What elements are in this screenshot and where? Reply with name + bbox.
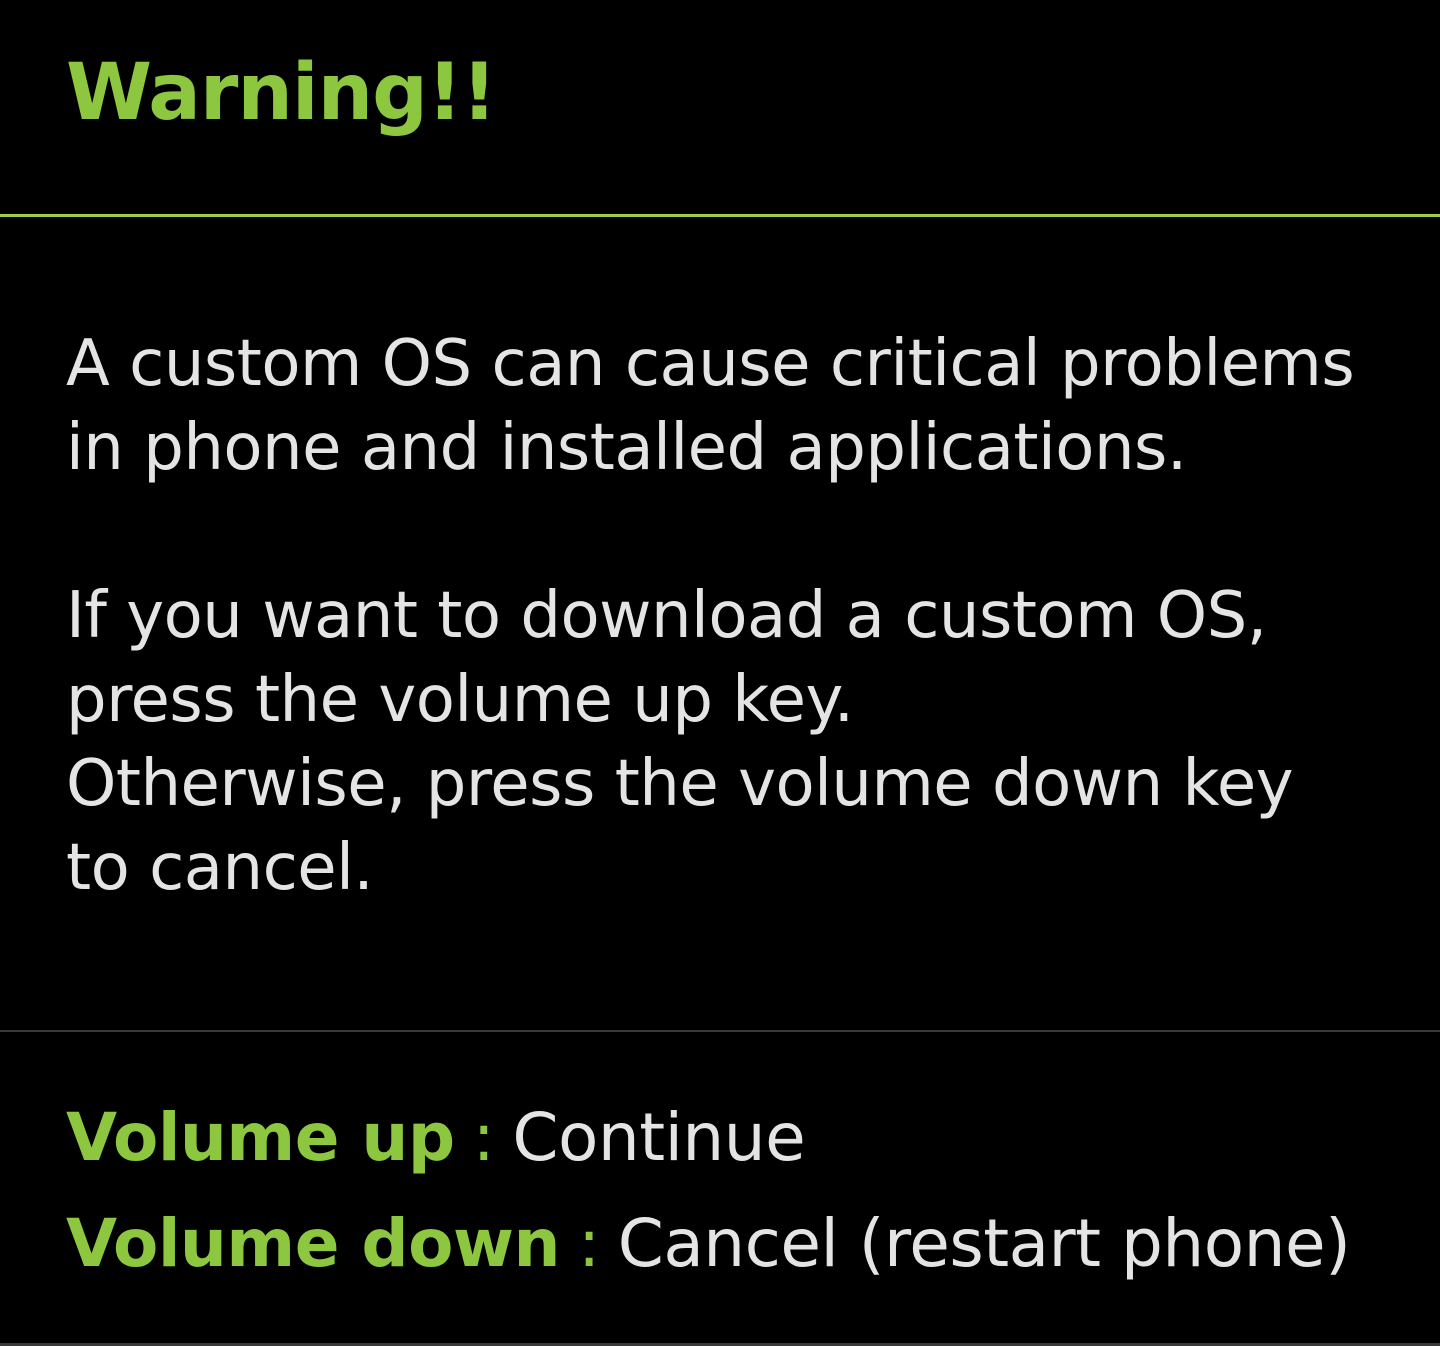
- key-options: Volume up: Continue Volume down: Cancel (r…: [66, 1090, 1426, 1302]
- message-line: to cancel.: [66, 831, 374, 905]
- message-line: If you want to download a custom OS,: [66, 579, 1267, 653]
- option-action-label: Cancel (restart phone): [617, 1205, 1351, 1282]
- message-paragraph-instructions: If you want to download a custom OS, pre…: [66, 574, 1396, 910]
- dialog-title: Warning!!: [66, 48, 497, 138]
- message-line: Otherwise, press the volume down key: [66, 747, 1294, 821]
- option-key-label: Volume down: [66, 1205, 560, 1282]
- option-volume-up[interactable]: Volume up: Continue: [66, 1090, 1426, 1196]
- option-separator: :: [577, 1205, 600, 1282]
- message-paragraph-risk: A custom OS can cause critical problems …: [66, 322, 1396, 490]
- option-separator: :: [472, 1099, 495, 1176]
- title-divider: [0, 214, 1440, 217]
- options-divider: [0, 1030, 1440, 1032]
- option-key-label: Volume up: [66, 1099, 455, 1176]
- option-volume-down[interactable]: Volume down: Cancel (restart phone): [66, 1196, 1426, 1302]
- message-line: press the volume up key.: [66, 663, 854, 737]
- warning-message: A custom OS can cause critical problems …: [66, 322, 1396, 910]
- dialog-header: Warning!!: [0, 0, 1440, 214]
- option-action-label: Continue: [512, 1099, 806, 1176]
- message-line: A custom OS can cause critical problems: [66, 327, 1355, 401]
- message-line: in phone and installed applications.: [66, 411, 1187, 485]
